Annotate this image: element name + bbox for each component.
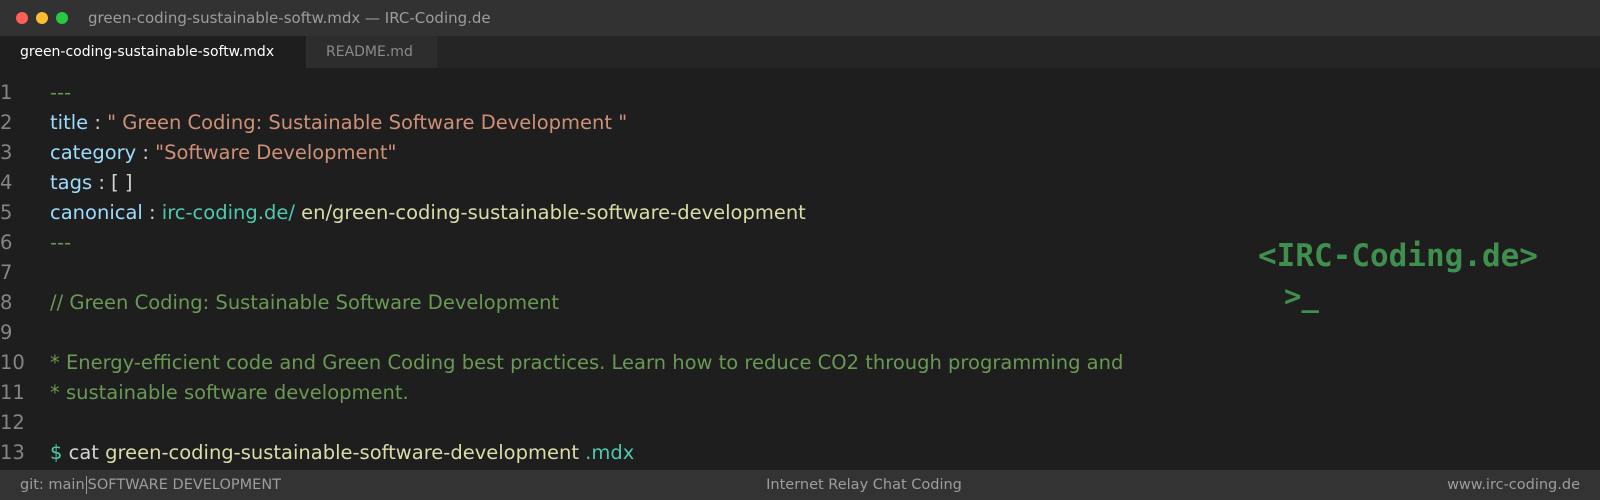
line-number: 1	[0, 81, 13, 104]
line-number: 3	[0, 141, 13, 164]
shell-command: cat	[62, 441, 106, 464]
code-comment: * Energy-efficient code and Green Coding…	[50, 351, 1124, 374]
tab-readme[interactable]: README.md	[306, 36, 438, 68]
frontmatter-key: canonical	[50, 201, 143, 224]
tab-bar: green-coding-sustainable-softw.mdx READM…	[0, 36, 1600, 68]
maximize-window-button[interactable]	[56, 12, 68, 24]
frontmatter-separator: :	[142, 201, 162, 224]
line-number: 7	[0, 261, 13, 284]
line-number: 6	[0, 231, 13, 254]
shell-prompt: $	[50, 441, 63, 464]
frontmatter-value: [ ]	[111, 171, 133, 194]
line-number: 9	[0, 321, 13, 344]
frontmatter-separator: :	[92, 171, 112, 194]
title-bar: green-coding-sustainable-softw.mdx — IRC…	[0, 0, 1600, 36]
frontmatter-value: "Software Development"	[155, 141, 397, 164]
frontmatter-separator: :	[136, 141, 156, 164]
frontmatter-delimiter: ---	[50, 81, 72, 104]
editor-window: green-coding-sustainable-softw.mdx — IRC…	[0, 0, 1600, 500]
status-bar: git: main SOFTWARE DEVELOPMENT Internet R…	[0, 470, 1600, 500]
window-title: green-coding-sustainable-softw.mdx — IRC…	[88, 9, 491, 27]
canonical-path: en/green-coding-sustainable-software-dev…	[294, 201, 806, 224]
status-website-link[interactable]: www.irc-coding.de	[1447, 470, 1580, 500]
shell-filename: green-coding-sustainable-software-develo…	[105, 441, 579, 464]
code-editor[interactable]: 1 --- 2 title : " Green Coding: Sustaina…	[0, 68, 1600, 470]
canonical-domain-link[interactable]: irc-coding.de/	[162, 201, 295, 224]
frontmatter-key: title	[50, 111, 89, 134]
line-number: 12	[0, 411, 25, 434]
frontmatter-separator: :	[88, 111, 108, 134]
tab-green-coding-mdx[interactable]: green-coding-sustainable-softw.mdx	[0, 36, 306, 68]
code-comment: // Green Coding: Sustainable Software De…	[50, 291, 560, 314]
shell-file-extension: .mdx	[578, 441, 635, 464]
line-number: 2	[0, 111, 13, 134]
frontmatter-key: tags	[50, 171, 93, 194]
line-number: 13	[0, 441, 25, 464]
frontmatter-delimiter: ---	[50, 231, 72, 254]
line-number: 11	[0, 381, 25, 404]
minimize-window-button[interactable]	[36, 12, 48, 24]
frontmatter-key: category	[50, 141, 137, 164]
close-window-button[interactable]	[16, 12, 28, 24]
status-center-text: Internet Relay Chat Coding	[766, 477, 962, 493]
line-number: 8	[0, 291, 13, 314]
line-number: 10	[0, 351, 25, 374]
terminal-cursor-icon: >_	[1284, 279, 1319, 313]
irc-coding-logo: <IRC-Coding.de>	[1258, 238, 1538, 274]
line-number: 4	[0, 171, 13, 194]
line-number: 5	[0, 201, 13, 224]
code-comment: * sustainable software development.	[50, 381, 409, 404]
frontmatter-value: " Green Coding: Sustainable Software Dev…	[107, 111, 628, 134]
